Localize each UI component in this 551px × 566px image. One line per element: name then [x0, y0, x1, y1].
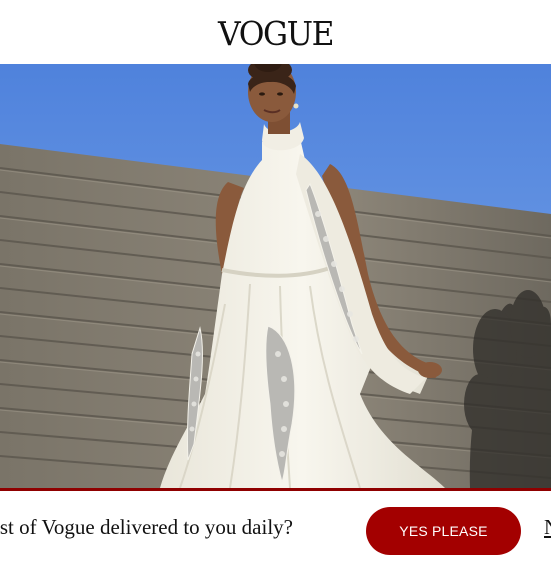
yes-please-button[interactable]: YES PLEASE	[366, 507, 521, 555]
newsletter-banner: best of Vogue delivered to you daily? YE…	[0, 488, 551, 566]
hero-photo-illustration	[0, 64, 551, 488]
site-header: VOGUE	[0, 0, 551, 64]
newsletter-prompt: best of Vogue delivered to you daily?	[0, 515, 293, 539]
page: VOGUE best of Vogue delivered to you dai…	[0, 0, 551, 566]
vogue-logo[interactable]: VOGUE	[218, 14, 334, 53]
hero-image	[0, 64, 551, 488]
decline-link[interactable]: N	[544, 515, 551, 540]
